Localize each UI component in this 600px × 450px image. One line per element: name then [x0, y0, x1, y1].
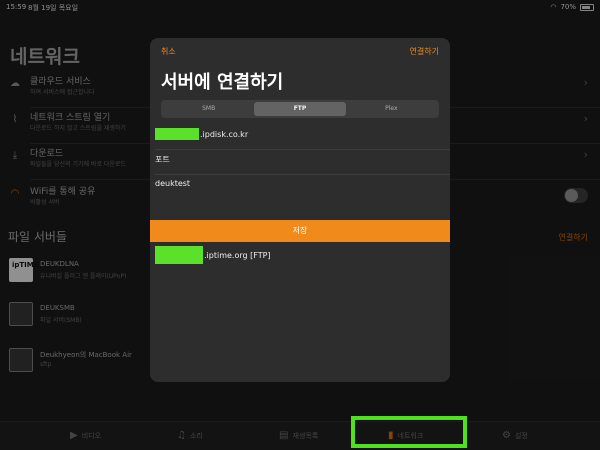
- protocol-ftp[interactable]: FTP: [254, 102, 346, 116]
- username-value[interactable]: deuktest: [155, 179, 190, 188]
- connect-server-dialog: 취소 연결하기 서버에 연결하기 SMB FTP Plex .ipdisk.co…: [150, 38, 450, 382]
- tab-highlight-annotation: [351, 416, 467, 448]
- server-address-value[interactable]: .ipdisk.co.kr: [155, 128, 248, 140]
- saved-server-label: .iptime.org [FTP]: [204, 250, 271, 260]
- dialog-title: 서버에 연결하기: [161, 72, 284, 93]
- saved-server-item[interactable]: .iptime.org [FTP]: [155, 246, 271, 264]
- cancel-button[interactable]: 취소: [161, 46, 176, 57]
- server-address-text: .ipdisk.co.kr: [200, 129, 249, 139]
- protocol-smb[interactable]: SMB: [163, 102, 254, 116]
- port-placeholder[interactable]: 포트: [155, 154, 170, 165]
- connect-button[interactable]: 연결하기: [410, 46, 439, 57]
- protocol-selector: SMB FTP Plex: [161, 100, 439, 118]
- server-address-field[interactable]: .ipdisk.co.kr: [150, 124, 450, 150]
- port-field[interactable]: 포트: [150, 149, 450, 175]
- save-button[interactable]: 저장: [150, 220, 450, 242]
- redaction-mark: [155, 246, 203, 264]
- redaction-mark: [155, 128, 199, 140]
- protocol-plex[interactable]: Plex: [346, 102, 437, 116]
- username-field[interactable]: deuktest: [150, 174, 450, 200]
